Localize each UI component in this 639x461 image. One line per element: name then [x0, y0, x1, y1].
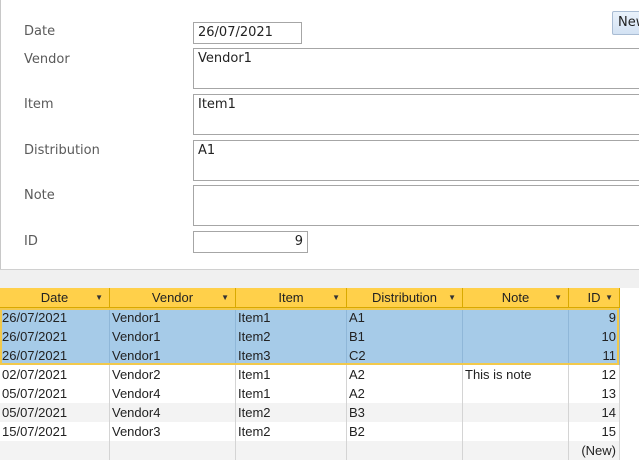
new-record-id[interactable]: (New) — [569, 441, 620, 460]
cell-id[interactable]: 11 — [569, 346, 620, 365]
table-row[interactable]: 15/07/2021 Vendor3 Item2 B2 15 — [0, 422, 620, 441]
table-row[interactable]: 26/07/2021 Vendor1 Item1 A1 9 — [0, 308, 620, 327]
cell-item[interactable]: Item3 — [236, 346, 347, 365]
cell-vendor[interactable]: Vendor1 — [110, 346, 236, 365]
cell-vendor[interactable]: Vendor1 — [110, 327, 236, 346]
column-header-id-label: ID — [587, 290, 601, 305]
cell-item[interactable]: Item1 — [236, 384, 347, 403]
cell-date[interactable]: 26/07/2021 — [0, 327, 110, 346]
cell-note[interactable] — [463, 441, 569, 460]
id-label: ID — [24, 234, 38, 249]
cell-note[interactable] — [463, 327, 569, 346]
cell-note[interactable] — [463, 403, 569, 422]
cell-distribution[interactable]: A2 — [347, 365, 463, 384]
cell-vendor[interactable]: Vendor2 — [110, 365, 236, 384]
column-header-distribution[interactable]: Distribution ▼ — [347, 288, 463, 307]
item-label: Item — [24, 97, 54, 112]
cell-distribution[interactable]: A1 — [347, 308, 463, 327]
date-label: Date — [24, 24, 56, 39]
cell-date[interactable]: 02/07/2021 — [0, 365, 110, 384]
note-label: Note — [24, 188, 55, 203]
cell-distribution[interactable]: B3 — [347, 403, 463, 422]
filter-dropdown-icon[interactable]: ▼ — [554, 288, 562, 307]
cell-item[interactable]: Item2 — [236, 422, 347, 441]
grid-header: Date ▼ Vendor ▼ Item ▼ Distribution ▼ No… — [0, 288, 620, 308]
cell-date[interactable]: 26/07/2021 — [0, 308, 110, 327]
cell-item[interactable] — [236, 441, 347, 460]
column-header-distribution-label: Distribution — [371, 290, 438, 305]
cell-id[interactable]: 9 — [569, 308, 620, 327]
cell-id[interactable]: 14 — [569, 403, 620, 422]
filter-dropdown-icon[interactable]: ▼ — [448, 288, 456, 307]
vendor-field[interactable]: Vendor1 — [193, 48, 639, 89]
cell-distribution[interactable]: C2 — [347, 346, 463, 365]
distribution-field[interactable]: A1 — [193, 140, 639, 181]
cell-date[interactable]: 15/07/2021 — [0, 422, 110, 441]
distribution-label: Distribution — [24, 143, 100, 158]
table-row[interactable]: 05/07/2021 Vendor4 Item2 B3 14 — [0, 403, 620, 422]
cell-distribution[interactable]: B1 — [347, 327, 463, 346]
cell-item[interactable]: Item1 — [236, 365, 347, 384]
filter-dropdown-icon[interactable]: ▼ — [332, 288, 340, 307]
cell-item[interactable]: Item1 — [236, 308, 347, 327]
new-record-row[interactable]: (New) — [0, 441, 620, 460]
cell-id[interactable]: 15 — [569, 422, 620, 441]
column-header-vendor-label: Vendor — [151, 290, 194, 305]
cell-id[interactable]: 13 — [569, 384, 620, 403]
cell-id[interactable]: 10 — [569, 327, 620, 346]
record-form: Date 26/07/2021 Vendor Vendor1 Item Item… — [0, 0, 639, 270]
cell-date[interactable]: 05/07/2021 — [0, 384, 110, 403]
column-header-date[interactable]: Date ▼ — [0, 288, 110, 307]
section-gap — [0, 270, 639, 288]
cell-item[interactable]: Item2 — [236, 327, 347, 346]
note-field[interactable] — [193, 185, 639, 226]
cell-date[interactable]: 05/07/2021 — [0, 403, 110, 422]
cell-note[interactable] — [463, 422, 569, 441]
cell-vendor[interactable] — [110, 441, 236, 460]
table-row[interactable]: 26/07/2021 Vendor1 Item3 C2 11 — [0, 346, 620, 365]
column-header-note[interactable]: Note ▼ — [463, 288, 569, 307]
column-header-item[interactable]: Item ▼ — [236, 288, 347, 307]
cell-note[interactable] — [463, 308, 569, 327]
filter-dropdown-icon[interactable]: ▼ — [605, 288, 613, 307]
column-header-date-label: Date — [40, 290, 69, 305]
filter-dropdown-icon[interactable]: ▼ — [95, 288, 103, 307]
cell-distribution[interactable]: B2 — [347, 422, 463, 441]
column-header-vendor[interactable]: Vendor ▼ — [110, 288, 236, 307]
cell-date[interactable] — [0, 441, 110, 460]
column-header-note-label: Note — [501, 290, 530, 305]
column-header-id[interactable]: ID ▼ — [569, 288, 620, 307]
table-row[interactable]: 26/07/2021 Vendor1 Item2 B1 10 — [0, 327, 620, 346]
new-button[interactable]: New — [612, 11, 639, 35]
table-row[interactable]: 02/07/2021 Vendor2 Item1 A2 This is note… — [0, 365, 620, 384]
cell-vendor[interactable]: Vendor4 — [110, 384, 236, 403]
cell-distribution[interactable] — [347, 441, 463, 460]
id-field[interactable]: 9 — [193, 231, 308, 253]
cell-vendor[interactable]: Vendor4 — [110, 403, 236, 422]
cell-id[interactable]: 12 — [569, 365, 620, 384]
cell-note[interactable]: This is note — [463, 365, 569, 384]
cell-vendor[interactable]: Vendor1 — [110, 308, 236, 327]
cell-note[interactable] — [463, 346, 569, 365]
table-row[interactable]: 05/07/2021 Vendor4 Item1 A2 13 — [0, 384, 620, 403]
cell-vendor[interactable]: Vendor3 — [110, 422, 236, 441]
cell-date[interactable]: 26/07/2021 — [0, 346, 110, 365]
column-header-item-label: Item — [278, 290, 304, 305]
cell-item[interactable]: Item2 — [236, 403, 347, 422]
cell-note[interactable] — [463, 384, 569, 403]
item-field[interactable]: Item1 — [193, 94, 639, 135]
vendor-label: Vendor — [24, 52, 70, 67]
filter-dropdown-icon[interactable]: ▼ — [221, 288, 229, 307]
cell-distribution[interactable]: A2 — [347, 384, 463, 403]
date-field[interactable]: 26/07/2021 — [193, 22, 302, 44]
